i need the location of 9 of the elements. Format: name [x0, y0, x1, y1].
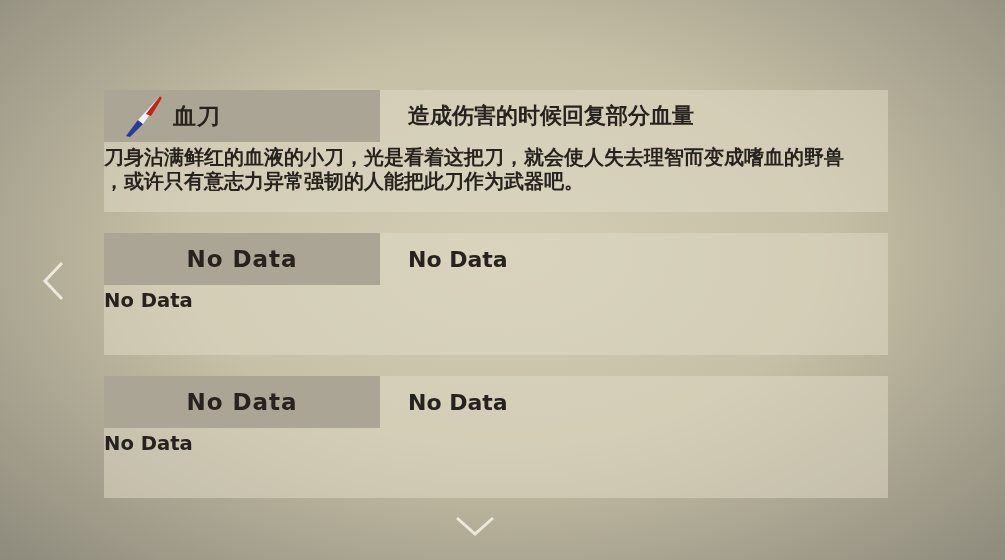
item-name: No Data	[186, 246, 298, 272]
item-description: 刀身沾满鲜红的血液的小刀，光是看着这把刀，就会使人失去理智而变成嗜血的野兽，或许只有意志力异常强韧的人能把此刀作为武器吧。	[104, 146, 845, 194]
item-effect: 造成伤害的时候回复部分血量	[408, 102, 694, 130]
item-effect: No Data	[408, 246, 508, 272]
item-effect: No Data	[408, 389, 508, 415]
item-description: No Data	[104, 289, 194, 313]
item-description: No Data	[104, 432, 194, 456]
item-name: 血刀	[173, 101, 221, 131]
item-name: No Data	[186, 389, 298, 415]
